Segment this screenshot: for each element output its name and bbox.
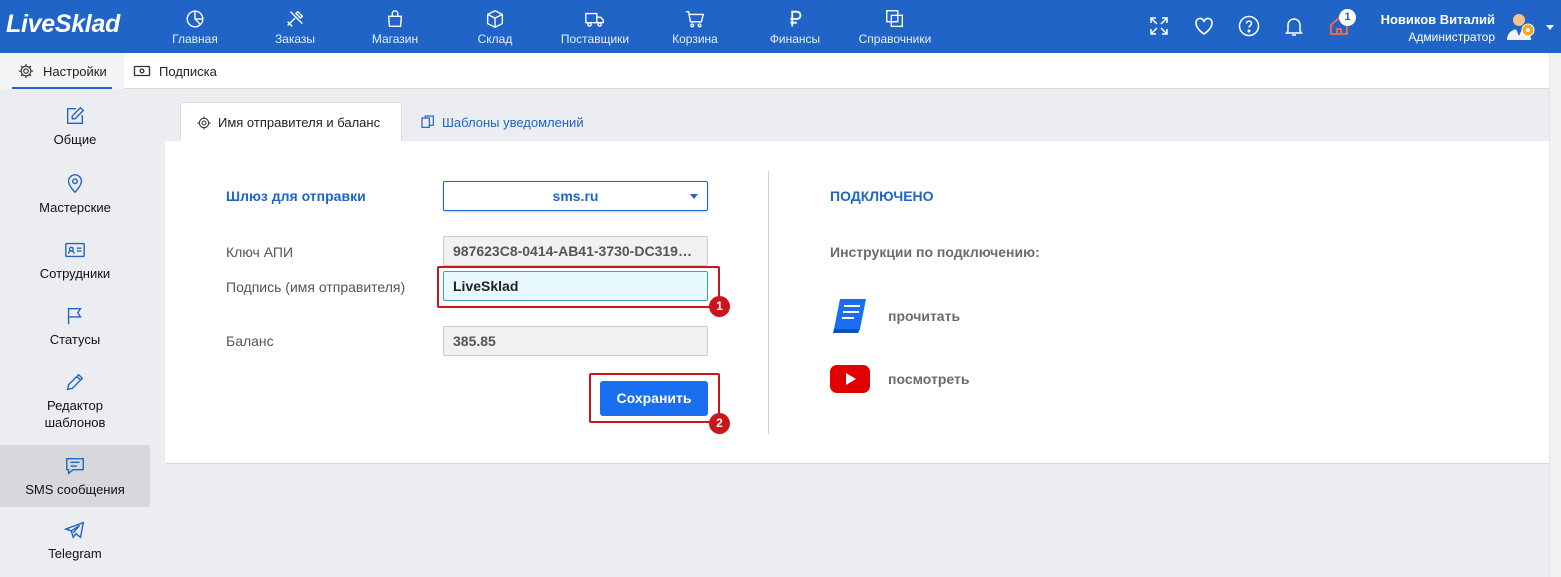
nav-item-orders[interactable]: Заказы xyxy=(245,8,345,46)
shopping-bag-icon xyxy=(387,10,403,28)
api-key-field[interactable]: 987623C8-0414-AB41-3730-DC3197ED7FCF xyxy=(443,236,708,266)
flag-icon xyxy=(67,307,82,325)
sidebar-item-label-line1: Редактор xyxy=(47,398,103,413)
read-instructions-link[interactable]: прочитать xyxy=(830,297,960,335)
watch-label: посмотреть xyxy=(888,371,970,387)
expand-icon xyxy=(1150,17,1168,35)
sidebar-item-sms[interactable]: SMS сообщения xyxy=(0,445,150,507)
question-icon xyxy=(1238,15,1260,37)
telegram-icon xyxy=(64,521,85,539)
notifications-button[interactable] xyxy=(1282,14,1306,38)
id-card-icon xyxy=(65,242,85,258)
ruble-icon xyxy=(790,10,802,27)
instructions-title: Инструкции по подключению: xyxy=(830,244,1040,260)
nav-item-warehouse[interactable]: Склад xyxy=(445,8,545,46)
user-role: Администратор xyxy=(1408,30,1495,44)
sidebar-item-label: Статусы xyxy=(49,332,101,347)
sidebar-item-label: SMS сообщения xyxy=(25,482,125,497)
truck-icon xyxy=(585,12,604,27)
read-label: прочитать xyxy=(888,308,961,324)
box-icon xyxy=(486,9,504,29)
divider xyxy=(768,171,769,434)
nav-item-shop[interactable]: Магазин xyxy=(345,8,445,46)
sidebar-item-label: Telegram xyxy=(48,546,102,561)
pie-chart-icon xyxy=(186,10,204,28)
help-button[interactable] xyxy=(1237,14,1261,38)
tab-notification-templates[interactable]: Шаблоны уведомлений xyxy=(420,102,584,142)
subtab-label: Подписка xyxy=(159,63,217,79)
nav-item-cart[interactable]: Корзина xyxy=(645,8,745,46)
subtab-label: Настройки xyxy=(43,63,107,79)
api-key-label: Ключ АПИ xyxy=(226,244,294,260)
notification-badge: 1 xyxy=(1339,9,1356,26)
sidebar-item-telegram[interactable]: Telegram xyxy=(0,519,150,577)
settings-sidebar: Общие Мастерские Сотрудники Статусы Реда… xyxy=(0,89,150,577)
heart-icon xyxy=(1195,17,1213,35)
nav-item-suppliers[interactable]: Поставщики xyxy=(545,8,645,46)
gateway-select[interactable]: sms.ru xyxy=(443,181,708,211)
ticket-icon xyxy=(133,65,151,77)
nav-label: Корзина xyxy=(672,32,718,46)
message-icon xyxy=(66,457,84,475)
gateway-label: Шлюз для отправки xyxy=(226,188,366,204)
chevron-down-icon[interactable] xyxy=(1545,22,1555,32)
step-marker-2: 2 xyxy=(709,413,730,434)
edit-icon xyxy=(66,106,85,125)
sidebar-item-employees[interactable]: Сотрудники xyxy=(0,239,150,297)
map-pin-icon xyxy=(67,174,83,194)
step-marker-1: 1 xyxy=(709,296,730,317)
tools-icon xyxy=(287,10,304,27)
pencil-icon xyxy=(66,373,84,391)
sidebar-item-statuses[interactable]: Статусы xyxy=(0,305,150,363)
favorites-button[interactable] xyxy=(1192,14,1216,38)
balance-field: 385.85 xyxy=(443,326,708,356)
nav-label: Заказы xyxy=(274,32,316,46)
highlight-box-signature xyxy=(437,266,720,308)
sidebar-item-workshops[interactable]: Мастерские xyxy=(0,173,150,231)
sidebar-item-label-line2: шаблонов xyxy=(44,415,106,430)
nav-item-home[interactable]: Главная xyxy=(145,8,245,46)
nav-item-finance[interactable]: Финансы xyxy=(745,8,845,46)
sidebar-item-label: Сотрудники xyxy=(39,266,111,281)
nav-label: Главная xyxy=(172,32,218,46)
nav-label: Поставщики xyxy=(560,32,630,46)
sidebar-item-template-editor[interactable]: Редактор шаблонов xyxy=(0,371,150,435)
subtab-settings[interactable]: Настройки xyxy=(0,53,124,90)
bell-icon xyxy=(1285,18,1303,36)
fullscreen-button[interactable] xyxy=(1147,14,1171,38)
subtab-subscription[interactable]: Подписка xyxy=(133,53,217,89)
copy-icon xyxy=(886,10,904,28)
settings-subbar: Настройки Подписка xyxy=(0,53,1561,90)
nav-label: Финансы xyxy=(769,32,821,46)
book-icon xyxy=(833,299,866,333)
gear-icon xyxy=(197,115,211,130)
highlight-box-save xyxy=(589,373,720,423)
nav-item-references[interactable]: Справочники xyxy=(845,8,945,46)
chevron-down-icon xyxy=(690,194,698,199)
copy-icon xyxy=(421,115,434,128)
tab-label: Шаблоны уведомлений xyxy=(442,114,584,130)
sidebar-item-label: Общие xyxy=(53,132,97,147)
watch-video-link[interactable]: посмотреть xyxy=(830,365,969,393)
app-logo[interactable]: LiveSklad xyxy=(6,10,120,39)
balance-label: Баланс xyxy=(226,333,274,349)
youtube-icon xyxy=(830,365,870,393)
avatar[interactable] xyxy=(1505,10,1535,42)
connection-status: ПОДКЛЮЧЕНО xyxy=(830,188,934,204)
sidebar-item-general[interactable]: Общие xyxy=(0,105,150,163)
tab-sender-balance[interactable]: Имя отправителя и баланс xyxy=(180,102,402,143)
nav-label: Справочники xyxy=(858,32,932,46)
user-name[interactable]: Новиков Виталий xyxy=(1381,12,1495,27)
nav-label: Склад xyxy=(477,32,513,46)
page-scrollbar[interactable] xyxy=(1549,53,1561,577)
top-navigation-bar: LiveSklad Главная Заказы Магазин Склад П… xyxy=(0,0,1561,53)
sidebar-item-label: Мастерские xyxy=(39,200,111,215)
cart-icon xyxy=(685,10,705,28)
tab-label: Имя отправителя и баланс xyxy=(218,115,381,130)
signature-label: Подпись (имя отправителя) xyxy=(226,279,406,295)
nav-label: Магазин xyxy=(371,32,419,46)
gateway-select-value: sms.ru xyxy=(552,188,599,204)
gear-icon xyxy=(18,63,34,79)
